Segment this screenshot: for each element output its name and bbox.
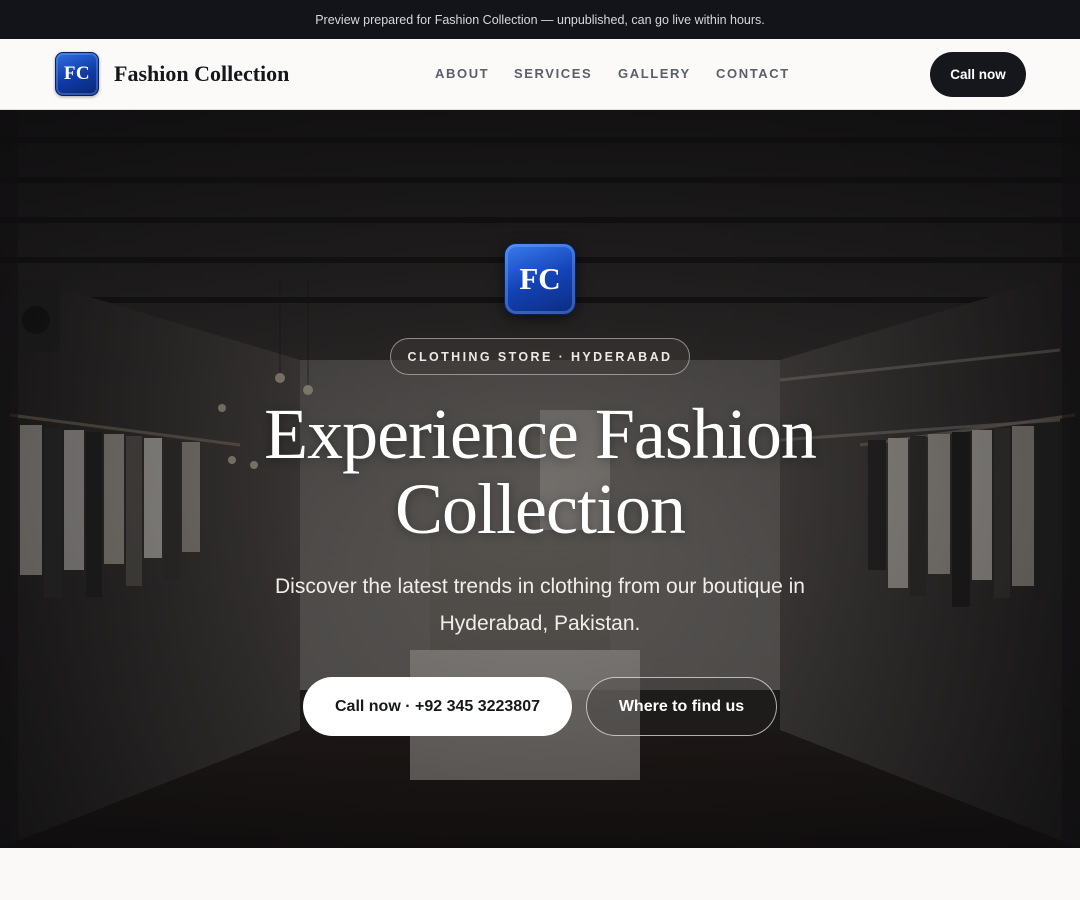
- hero-logo-icon: FC: [504, 243, 576, 315]
- hero-title: Experience Fashion Collection: [264, 394, 817, 549]
- hero-subtitle: Discover the latest trends in clothing f…: [275, 575, 805, 635]
- hero-call-button[interactable]: Call now · +92 345 3223807: [303, 677, 572, 736]
- site-header: FC Fashion Collection ABOUT SERVICES GAL…: [0, 39, 1080, 110]
- nav-link-gallery[interactable]: GALLERY: [618, 66, 691, 81]
- nav-link-about[interactable]: ABOUT: [435, 66, 489, 81]
- preview-banner-text: Preview prepared for Fashion Collection …: [315, 12, 765, 27]
- nav-link-contact[interactable]: CONTACT: [716, 66, 790, 81]
- where-to-find-us-button[interactable]: Where to find us: [586, 677, 777, 736]
- header-call-button[interactable]: Call now: [930, 52, 1026, 97]
- hero-eyebrow-badge: CLOTHING STORE · HYDERABAD: [390, 338, 690, 375]
- hero-logo-initials: FC: [519, 261, 561, 296]
- hero-section: FC CLOTHING STORE · HYDERABAD Experience…: [0, 110, 1080, 848]
- preview-banner: Preview prepared for Fashion Collection …: [0, 0, 1080, 39]
- nav-link-services[interactable]: SERVICES: [514, 66, 592, 81]
- main-nav: ABOUT SERVICES GALLERY CONTACT: [0, 66, 1080, 86]
